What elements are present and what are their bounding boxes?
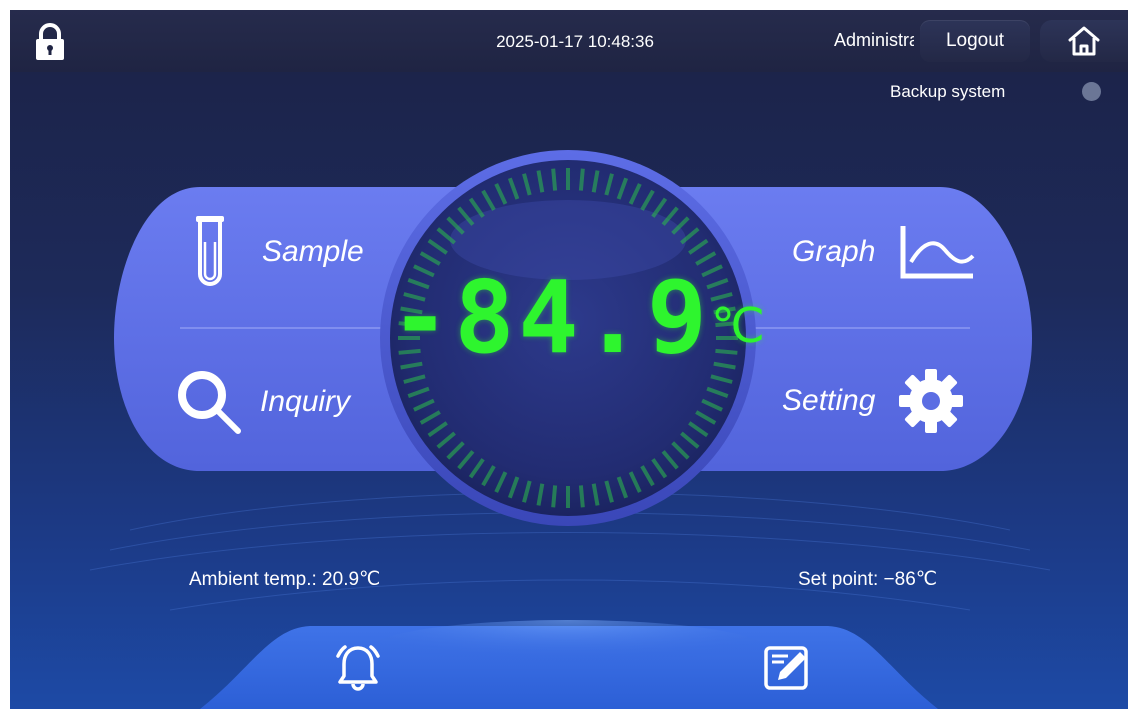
graph-button[interactable]: Graph (792, 222, 977, 282)
temperature-value: -84.9 (390, 259, 712, 376)
alarm-bell-icon (336, 645, 380, 691)
inquiry-button[interactable]: Inquiry (174, 367, 350, 437)
temperature-dial: -84.9℃ (390, 160, 765, 516)
setting-label: Setting (782, 384, 876, 417)
alarm-button[interactable] (332, 642, 384, 694)
sample-label: Sample (262, 235, 364, 268)
sample-button[interactable]: Sample (190, 212, 364, 292)
temperature-readout: -84.9℃ (390, 268, 765, 368)
set-point: Set point: −86℃ (798, 569, 938, 590)
edit-note-icon (764, 646, 808, 690)
test-tube-icon (196, 216, 224, 286)
graph-icon (900, 226, 975, 279)
ambient-temperature: Ambient temp.: 20.9℃ (189, 569, 381, 590)
gear-icon (899, 369, 964, 433)
setting-button[interactable]: Setting (782, 367, 965, 435)
temperature-unit: ℃ (711, 298, 765, 354)
inquiry-label: Inquiry (260, 385, 351, 418)
magnifier-icon (178, 371, 241, 434)
freezer-main-screen: 2025-01-17 10:48:36 Administrator Logout… (10, 10, 1128, 709)
edit-note-button[interactable] (762, 642, 814, 694)
graph-label: Graph (792, 235, 876, 268)
